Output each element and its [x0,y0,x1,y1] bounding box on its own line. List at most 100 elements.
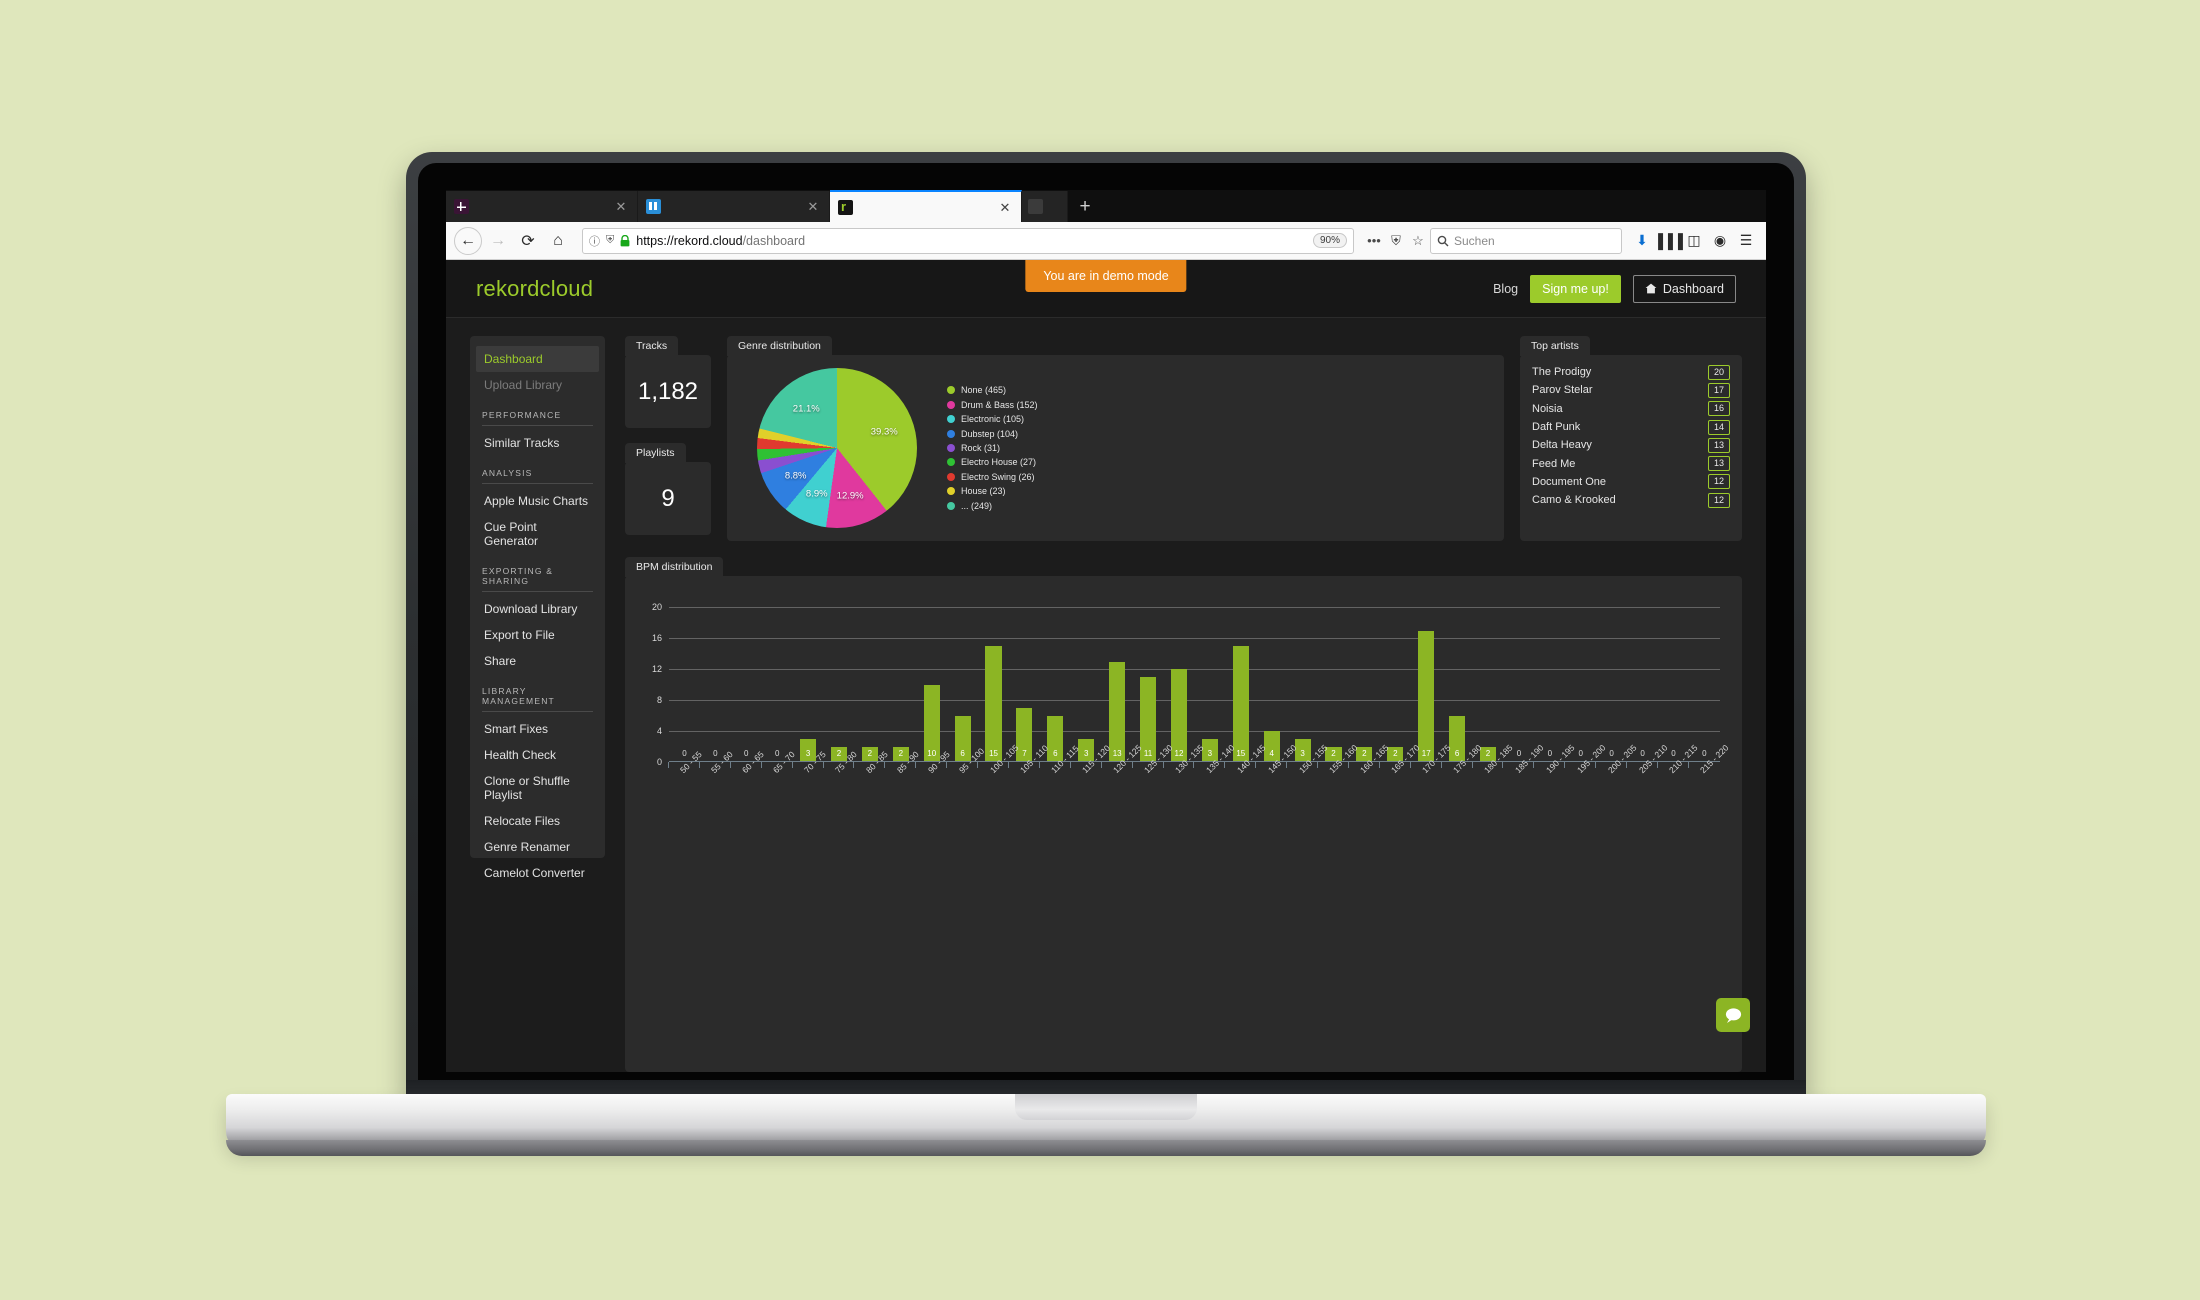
bar-slot[interactable]: 0 [1658,592,1689,762]
bar-slot[interactable]: 4 [1256,592,1287,762]
url-text: https://rekord.cloud/dashboard [636,234,1307,248]
sidebar-item-share[interactable]: Share [470,648,605,674]
sidebar-item-upload-library[interactable]: Upload Library [470,372,605,398]
bar-slot[interactable]: 0 [1627,592,1658,762]
bar-slot[interactable]: 3 [1194,592,1225,762]
x-label-slot: 65 - 70 [762,749,797,818]
bookmark-star-icon[interactable]: ☆ [1408,233,1428,249]
bar-slot[interactable]: 3 [793,592,824,762]
artist-row[interactable]: Delta Heavy 13 [1532,436,1730,454]
new-tab-button[interactable]: + [1068,191,1102,222]
home-button[interactable]: ⌂ [544,227,572,255]
account-icon[interactable]: ◉ [1708,229,1732,253]
bar-slot[interactable]: 0 [669,592,700,762]
artist-row[interactable]: Feed Me 13 [1532,454,1730,472]
bar-slot[interactable]: 10 [916,592,947,762]
bar-slot[interactable]: 7 [1009,592,1040,762]
pocket-icon[interactable]: ⛨ [1386,233,1406,249]
bar-slot[interactable]: 2 [824,592,855,762]
tracking-shield-icon[interactable]: ⛨ [606,234,614,247]
legend-item[interactable]: Electronic (105) [947,414,1038,424]
bar-slot[interactable]: 0 [731,592,762,762]
back-button[interactable]: ← [454,226,482,255]
sidebar-item-relocate-files[interactable]: Relocate Files [470,808,605,834]
sidebar-item-export-to-file[interactable]: Export to File [470,622,605,648]
bar-slot[interactable]: 2 [1473,592,1504,762]
legend-item[interactable]: Dubstep (104) [947,429,1038,439]
bar-slot[interactable]: 0 [700,592,731,762]
bar-slot[interactable]: 12 [1164,592,1195,762]
bar-slot[interactable]: 11 [1133,592,1164,762]
bar-slot[interactable]: 0 [1503,592,1534,762]
bar-slot[interactable]: 0 [1534,592,1565,762]
artist-row[interactable]: Document One 12 [1532,473,1730,491]
bar-slot[interactable]: 17 [1411,592,1442,762]
chat-widget-button[interactable] [1716,998,1750,1032]
library-icon[interactable]: ▐▐▐ [1653,229,1683,253]
bar-slot[interactable]: 0 [1596,592,1627,762]
sidebar-item-genre-renamer[interactable]: Genre Renamer [470,834,605,860]
sidebar-item-similar-tracks[interactable]: Similar Tracks [470,430,605,456]
signup-button[interactable]: Sign me up! [1530,274,1621,303]
url-bar[interactable]: ⓘ ⛨ https://rekord.cloud/dashboard 90% [582,227,1354,254]
bar-slot[interactable]: 15 [978,592,1009,762]
bar-slot[interactable]: 2 [885,592,916,762]
legend-item[interactable]: Rock (31) [947,443,1038,453]
bar-slot[interactable]: 3 [1071,592,1102,762]
artist-row[interactable]: Parov Stelar 17 [1532,381,1730,399]
sidebar-item-cue-point-generator[interactable]: Cue Point Generator [470,514,605,554]
legend-color-swatch [947,400,955,409]
page-actions-icon[interactable]: ••• [1364,233,1384,248]
brand-logo[interactable]: rekordcloud [476,276,593,302]
zoom-level-badge[interactable]: 90% [1312,233,1347,248]
browser-tab-other[interactable] [1022,191,1068,222]
bar-slot[interactable]: 13 [1102,592,1133,762]
bar-slot[interactable]: 0 [762,592,793,762]
sidebar-icon[interactable]: ◫ [1682,229,1706,253]
sidebar-item-clone-or-shuffle-playlist[interactable]: Clone or Shuffle Playlist [470,768,605,808]
browser-tab-music[interactable]: ✕ [638,191,830,222]
legend-item[interactable]: Drum & Bass (152) [947,400,1038,410]
legend-item[interactable]: Electro Swing (26) [947,472,1038,482]
search-input[interactable]: Suchen [1430,227,1622,254]
sidebar-item-smart-fixes[interactable]: Smart Fixes [470,716,605,742]
bar-slot[interactable]: 6 [1442,592,1473,762]
legend-color-swatch [947,458,955,467]
artist-row[interactable]: Daft Punk 14 [1532,418,1730,436]
menu-icon[interactable]: ☰ [1734,229,1758,253]
sidebar-item-camelot-converter[interactable]: Camelot Converter [470,860,605,886]
close-icon[interactable]: ✕ [997,201,1013,214]
browser-tab-rekordcloud[interactable]: ✕ [830,190,1022,222]
close-icon[interactable]: ✕ [613,200,629,213]
bar-slot[interactable]: 6 [1040,592,1071,762]
dashboard-button[interactable]: Dashboard [1632,274,1736,303]
artist-row[interactable]: The Prodigy 20 [1532,363,1730,381]
bar-slot[interactable]: 2 [1380,592,1411,762]
legend-item[interactable]: None (465) [947,385,1038,395]
downloads-icon[interactable]: ⬇ [1630,229,1654,253]
bar-slot[interactable]: 2 [1349,592,1380,762]
legend-item[interactable]: Electro House (27) [947,457,1038,467]
bar-slot[interactable]: 15 [1225,592,1256,762]
bar-slot[interactable]: 3 [1287,592,1318,762]
bar-slot[interactable]: 2 [854,592,885,762]
sidebar-item-health-check[interactable]: Health Check [470,742,605,768]
legend-item[interactable]: ... (249) [947,501,1038,511]
artist-row[interactable]: Camo & Krooked 12 [1532,491,1730,509]
x-label-slot: 90 - 95 [916,749,952,818]
bar-slot[interactable]: 6 [947,592,978,762]
page-info-icon[interactable]: ⓘ [589,233,600,249]
sidebar-item-dashboard[interactable]: Dashboard [476,346,599,372]
forward-button[interactable]: → [484,227,512,255]
artist-row[interactable]: Noisia 16 [1532,400,1730,418]
reload-button[interactable]: ⟳ [514,227,542,255]
blog-link[interactable]: Blog [1493,282,1518,296]
bar-slot[interactable]: 2 [1318,592,1349,762]
browser-tab-slack[interactable]: ✕ [446,191,638,222]
sidebar-item-apple-music-charts[interactable]: Apple Music Charts [470,488,605,514]
sidebar-item-download-library[interactable]: Download Library [470,596,605,622]
bar-slot[interactable]: 0 [1689,592,1720,762]
close-icon[interactable]: ✕ [805,200,821,213]
legend-item[interactable]: House (23) [947,486,1038,496]
bar-slot[interactable]: 0 [1565,592,1596,762]
